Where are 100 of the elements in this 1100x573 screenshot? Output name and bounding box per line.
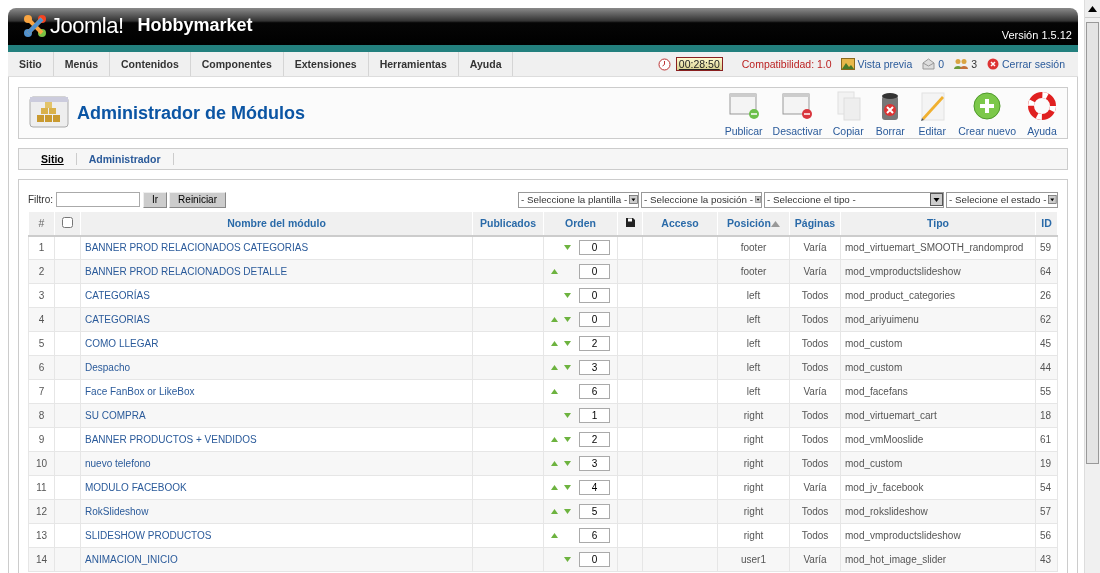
move-down-icon[interactable] [564,509,571,514]
move-down-icon[interactable] [564,317,571,322]
filter-button[interactable]: Reiniciar [169,191,226,208]
toolbar-button[interactable]: Copiar [827,89,870,137]
filter-label: Filtro: [28,194,53,205]
module-name-link[interactable]: CATEGORIAS [85,314,150,325]
scrollbar[interactable] [1084,0,1100,573]
row-number: 3 [28,283,55,308]
menu-item[interactable]: Extensiones [283,52,369,76]
column-header-link[interactable]: Tipo [927,217,949,230]
move-up-icon[interactable] [551,269,558,274]
menu-item[interactable]: Menús [53,52,110,76]
module-name-link[interactable]: nuevo telefono [85,458,151,469]
table-cell: mod_hot_image_slider [840,547,1036,572]
move-up-icon[interactable] [551,485,558,490]
table-cell: Todos [789,355,841,380]
order-field[interactable]: 2 [579,336,610,351]
move-down-icon[interactable] [564,437,571,442]
column-header-link[interactable]: Nombre del módulo [227,217,326,230]
preview-link[interactable]: Vista previa [857,58,913,70]
module-name-link[interactable]: MODULO FACEBOOK [85,482,187,493]
caret-icon [930,193,943,206]
module-name-link[interactable]: CATEGORÍAS [85,290,150,301]
toolbar-button[interactable]: Publicar [719,89,768,137]
order-field[interactable]: 0 [579,552,610,567]
select-all-checkbox[interactable] [62,216,73,228]
dropdown[interactable]: - Seleccione el tipo - [764,191,944,208]
toolbar-button[interactable]: Desactivar [767,89,828,137]
logout-icon [986,58,999,70]
filter-button[interactable]: Ir [143,191,168,208]
order-field[interactable]: 2 [579,432,610,447]
move-up-icon[interactable] [551,389,558,394]
order-field[interactable]: 4 [579,480,610,495]
table-cell: Todos [789,307,841,332]
messages-count[interactable]: 0 [938,58,945,70]
table-cell: mod_product_categories [840,283,1036,308]
table-cell: Todos [789,283,841,308]
submenu-tab[interactable]: Administrador [76,153,174,165]
move-up-icon[interactable] [551,341,558,346]
row-number: 6 [28,355,55,380]
order-field[interactable]: 6 [579,528,610,543]
menu-item[interactable]: Componentes [190,52,284,76]
compatibility-text: Compatibilidad: 1.0 [741,58,832,70]
order-field[interactable]: 0 [579,288,610,303]
logout-link[interactable]: Cerrar sesión [1001,58,1065,70]
order-field[interactable]: 0 [579,312,610,327]
dropdown[interactable]: - Seleccione la posición - [641,191,762,208]
module-name-link[interactable]: COMO LLEGAR [85,338,159,349]
move-down-icon[interactable] [564,365,571,370]
toolbar-button[interactable]: Editar [911,89,954,137]
toolbar-button[interactable]: Borrar [869,89,912,137]
menu-item[interactable]: Contenidos [110,52,191,76]
toolbar-button[interactable]: Crear nuevo [953,89,1021,137]
move-up-icon[interactable] [551,437,558,442]
order-field[interactable]: 0 [579,264,610,279]
picture-frame-icon [840,58,855,70]
order-field[interactable]: 6 [579,384,610,399]
module-name-link[interactable]: RokSlideshow [85,506,149,517]
move-down-icon[interactable] [564,485,571,490]
table-cell: 62 [1035,307,1058,332]
table-cell: 54 [1035,475,1058,500]
move-up-icon[interactable] [551,317,558,322]
menu-item[interactable]: Sitio [8,52,54,76]
order-field[interactable]: 5 [579,504,610,519]
move-down-icon[interactable] [564,413,571,418]
dropdown[interactable]: - Seleccione la plantilla - [518,191,639,208]
submenu-tab[interactable]: Sitio [29,153,77,165]
table-cell: right [717,523,790,548]
module-name-link[interactable]: BANNER PRODUCTOS + VENDIDOS [85,434,257,445]
dropdown[interactable]: - Selecione el estado - [946,191,1058,208]
order-field[interactable]: 1 [579,408,610,423]
scroll-up-icon[interactable] [1088,5,1097,12]
filter-field[interactable] [56,192,140,207]
column-header: # [28,211,55,236]
module-name-link[interactable]: Face FanBox or LikeBox [85,386,195,397]
table-cell: Todos [789,403,841,428]
move-down-icon[interactable] [564,461,571,466]
order-field[interactable]: 3 [579,456,610,471]
table-cell: mod_custom [840,451,1036,476]
move-down-icon[interactable] [564,341,571,346]
order-field[interactable]: 3 [579,360,610,375]
move-down-icon[interactable] [564,293,571,298]
table-cell: Varía [789,235,841,260]
move-down-icon[interactable] [564,245,571,251]
toolbar-button[interactable]: Ayuda [1021,89,1063,137]
menu-item[interactable]: Herramientas [368,52,459,76]
menu-item[interactable]: Ayuda [458,52,514,76]
module-name-link[interactable]: ANIMACION_INICIO [85,554,178,565]
move-down-icon[interactable] [564,557,571,562]
move-up-icon[interactable] [551,365,558,370]
row-number: 2 [28,259,55,284]
table-cell: right [717,403,790,428]
table-cell: mod_facefans [840,379,1036,404]
move-up-icon[interactable] [551,461,558,466]
module-name-link[interactable]: SU COMPRA [85,410,146,421]
order-field[interactable]: 0 [579,240,610,256]
move-up-icon[interactable] [551,533,558,538]
move-up-icon[interactable] [551,509,558,514]
module-name-link[interactable]: SLIDESHOW PRODUCTOS [85,530,212,541]
module-name-link[interactable]: Despacho [85,362,131,373]
